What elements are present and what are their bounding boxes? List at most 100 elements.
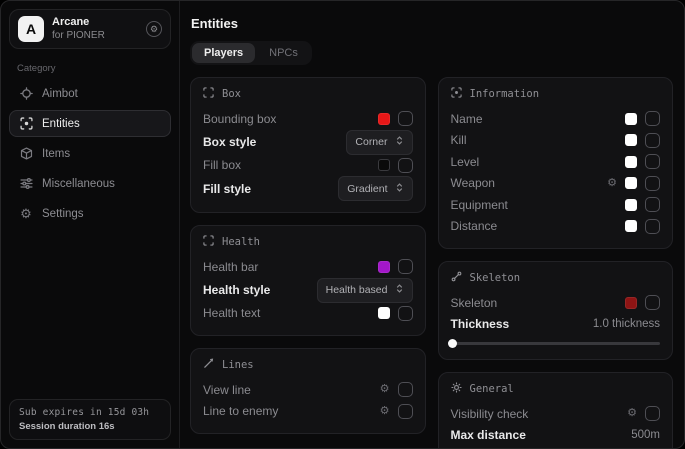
setting-label: Health bar	[203, 260, 258, 274]
thickness-value: 1.0 thickness	[593, 318, 660, 330]
box-style-dropdown[interactable]: Corner	[346, 130, 412, 155]
thickness-slider[interactable]	[451, 339, 661, 348]
setting-row: Health text	[203, 303, 413, 325]
setting-label: Distance	[451, 219, 498, 233]
subscription-info: Sub expires in 15d 03h Session duration …	[9, 399, 171, 440]
setting-row: Fill box	[203, 155, 413, 177]
setting-label: Fill style	[203, 182, 251, 196]
checkbox[interactable]	[645, 176, 660, 191]
bone-icon	[451, 271, 462, 285]
slider-thumb[interactable]	[448, 339, 457, 348]
color-swatch[interactable]	[378, 159, 390, 171]
unfold-icon	[395, 281, 404, 299]
app-subtitle: for PIONER	[52, 30, 138, 43]
card-title: Health	[222, 236, 260, 248]
health-card: Health Health bar Health style Health ba…	[190, 225, 426, 336]
checkbox[interactable]	[645, 406, 660, 421]
checkbox[interactable]	[398, 382, 413, 397]
setting-row: Name	[451, 108, 661, 130]
sidebar-item-miscellaneous[interactable]: Miscellaneous	[9, 170, 171, 197]
brand-card: A Arcane for PIONER	[9, 9, 171, 49]
corner-brackets-icon	[203, 235, 214, 249]
setting-label: Box style	[203, 135, 256, 149]
unfold-icon	[395, 180, 404, 198]
color-swatch[interactable]	[625, 113, 637, 125]
setting-label: Fill box	[203, 158, 241, 172]
app-logo: A	[18, 16, 44, 42]
setting-label: Max distance	[451, 428, 526, 442]
setting-label: Line to enemy	[203, 404, 278, 418]
page-title: Entities	[191, 16, 673, 31]
checkbox[interactable]	[645, 111, 660, 126]
setting-row: Kill	[451, 130, 661, 152]
setting-label: Bounding box	[203, 112, 276, 126]
gear-icon[interactable]	[380, 384, 390, 395]
setting-row: Line to enemy	[203, 401, 413, 423]
tab-npcs[interactable]: NPCs	[257, 43, 310, 63]
setting-row: Thickness 1.0 thickness	[451, 314, 661, 336]
setting-row: Visibility check	[451, 403, 661, 425]
main-panel: Entities Players NPCs Box Bounding box	[180, 1, 684, 448]
gear-icon[interactable]	[627, 408, 637, 419]
card-title: Information	[470, 88, 540, 100]
sidebar-nav: Aimbot Entities Items Miscellaneous	[9, 80, 171, 227]
color-swatch[interactable]	[378, 113, 390, 125]
color-swatch[interactable]	[625, 177, 637, 189]
setting-label: Level	[451, 155, 480, 169]
card-title: Skeleton	[470, 272, 521, 284]
corner-brackets-icon	[203, 87, 214, 101]
checkbox[interactable]	[398, 158, 413, 173]
setting-row: View line	[203, 379, 413, 401]
entity-tabs: Players NPCs	[190, 41, 312, 65]
checkbox[interactable]	[645, 295, 660, 310]
setting-row: Level	[451, 151, 661, 173]
information-card: Information Name Kill	[438, 77, 674, 249]
setting-row: Skeleton	[451, 292, 661, 314]
setting-row: Box style Corner	[203, 130, 413, 155]
right-column: Information Name Kill	[438, 77, 674, 449]
card-title: Lines	[222, 359, 254, 371]
checkbox[interactable]	[645, 154, 660, 169]
color-swatch[interactable]	[625, 199, 637, 211]
setting-row: Health style Health based	[203, 278, 413, 303]
color-swatch[interactable]	[625, 220, 637, 232]
cube-icon	[19, 147, 33, 160]
line-icon	[203, 358, 214, 372]
header-settings-icon[interactable]	[146, 21, 162, 37]
box-card: Box Bounding box Box style Corner	[190, 77, 426, 213]
color-swatch[interactable]	[625, 134, 637, 146]
crosshair-icon	[19, 87, 33, 100]
setting-row: Health bar	[203, 256, 413, 278]
sidebar-item-entities[interactable]: Entities	[9, 110, 171, 137]
color-swatch[interactable]	[625, 297, 637, 309]
setting-label: Health style	[203, 283, 270, 297]
checkbox[interactable]	[645, 133, 660, 148]
sidebar-item-items[interactable]: Items	[9, 140, 171, 167]
sidebar-item-settings[interactable]: Settings	[9, 200, 171, 227]
gear-icon[interactable]	[607, 178, 617, 189]
color-swatch[interactable]	[625, 156, 637, 168]
health-style-dropdown[interactable]: Health based	[317, 278, 413, 303]
max-distance-value: 500m	[631, 429, 660, 441]
sidebar-item-label: Miscellaneous	[42, 178, 115, 190]
sidebar-item-aimbot[interactable]: Aimbot	[9, 80, 171, 107]
unfold-icon	[395, 133, 404, 151]
sidebar: A Arcane for PIONER Category Aimbot Enti…	[1, 1, 180, 448]
setting-label: View line	[203, 383, 251, 397]
checkbox[interactable]	[398, 404, 413, 419]
color-swatch[interactable]	[378, 307, 390, 319]
checkbox[interactable]	[645, 219, 660, 234]
checkbox[interactable]	[398, 259, 413, 274]
setting-label: Health text	[203, 306, 260, 320]
gear-icon[interactable]	[380, 406, 390, 417]
fill-style-dropdown[interactable]: Gradient	[338, 176, 412, 201]
checkbox[interactable]	[645, 197, 660, 212]
setting-label: Name	[451, 112, 483, 126]
color-swatch[interactable]	[378, 261, 390, 273]
sidebar-item-label: Items	[42, 148, 70, 160]
setting-row: Max distance 500m	[451, 425, 661, 447]
checkbox[interactable]	[398, 111, 413, 126]
tab-players[interactable]: Players	[192, 43, 255, 63]
sidebar-item-label: Settings	[42, 208, 84, 220]
checkbox[interactable]	[398, 306, 413, 321]
